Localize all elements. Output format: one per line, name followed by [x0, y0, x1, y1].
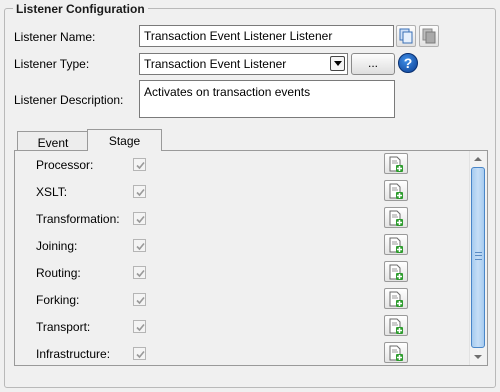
add-document-button[interactable]: [384, 315, 408, 336]
group-title: Listener Configuration: [13, 2, 148, 16]
tab-event[interactable]: Event: [17, 131, 89, 150]
stage-name-label: XSLT:: [36, 185, 68, 199]
check-icon: [136, 296, 145, 305]
list-item: Transport:: [15, 315, 468, 343]
stage-checkbox[interactable]: [133, 266, 146, 279]
stage-checkbox[interactable]: [133, 320, 146, 333]
add-document-icon: [389, 183, 403, 199]
stage-name-label: Joining:: [36, 239, 78, 253]
add-document-button[interactable]: [384, 288, 408, 309]
stage-name-label: Transformation:: [36, 212, 120, 226]
add-document-button[interactable]: [384, 261, 408, 282]
check-icon: [136, 350, 145, 359]
stage-name-label: Transport:: [36, 320, 91, 334]
vertical-scrollbar[interactable]: [469, 151, 486, 365]
add-document-button[interactable]: [384, 342, 408, 363]
listener-name-field[interactable]: Transaction Event Listener Listener: [139, 25, 394, 47]
listener-description-field[interactable]: Activates on transaction events: [139, 80, 395, 118]
stage-checkbox[interactable]: [133, 212, 146, 225]
add-document-icon: [389, 291, 403, 307]
stage-name-label: Infrastructure:: [36, 347, 111, 361]
copy-button[interactable]: [396, 25, 416, 47]
chevron-down-icon[interactable]: [330, 56, 345, 71]
stage-name-label: Forking:: [36, 293, 80, 307]
paste-button[interactable]: [419, 25, 439, 47]
check-icon: [136, 215, 145, 224]
scroll-up-icon[interactable]: [470, 151, 486, 167]
check-icon: [136, 323, 145, 332]
stage-checkbox[interactable]: [133, 239, 146, 252]
add-document-icon: [389, 210, 403, 226]
paste-icon: [422, 28, 436, 44]
stage-list: Processor: XSLT: Transformation: Joining: Ro…: [15, 151, 468, 365]
scroll-down-icon[interactable]: [470, 349, 486, 365]
scrollbar-thumb[interactable]: [471, 167, 485, 348]
check-icon: [136, 161, 145, 170]
copy-icon: [399, 28, 413, 44]
stage-checkbox[interactable]: [133, 158, 146, 171]
stage-name-label: Routing:: [36, 266, 81, 280]
list-item: Joining:: [15, 234, 468, 262]
add-document-button[interactable]: [384, 153, 408, 174]
listener-description-label: Listener Description:: [14, 93, 124, 107]
check-icon: [136, 188, 145, 197]
stage-checkbox[interactable]: [133, 185, 146, 198]
list-item: Infrastructure:: [15, 342, 468, 365]
list-item: Routing:: [15, 261, 468, 289]
stage-checkbox[interactable]: [133, 293, 146, 306]
add-document-icon: [389, 237, 403, 253]
stage-name-label: Processor:: [36, 158, 94, 172]
listener-type-select[interactable]: Transaction Event Listener: [139, 53, 348, 75]
stage-checkbox[interactable]: [133, 347, 146, 360]
add-document-button[interactable]: [384, 207, 408, 228]
list-item: XSLT:: [15, 180, 468, 208]
stage-tab-panel: Processor: XSLT: Transformation: Joining: Ro…: [14, 150, 488, 366]
list-item: Processor:: [15, 153, 468, 181]
add-document-button[interactable]: [384, 234, 408, 255]
check-icon: [136, 242, 145, 251]
listener-type-label: Listener Type:: [14, 57, 90, 71]
help-icon[interactable]: ?: [398, 53, 418, 73]
listener-type-value: Transaction Event Listener: [144, 57, 287, 71]
add-document-icon: [389, 318, 403, 334]
add-document-icon: [389, 156, 403, 172]
add-document-button[interactable]: [384, 180, 408, 201]
list-item: Transformation:: [15, 207, 468, 235]
grip-icon: [475, 252, 482, 260]
tab-stage[interactable]: Stage: [87, 129, 162, 151]
list-item: Forking:: [15, 288, 468, 316]
check-icon: [136, 269, 145, 278]
browse-button[interactable]: ...: [351, 53, 395, 75]
listener-name-label: Listener Name:: [14, 30, 96, 44]
add-document-icon: [389, 264, 403, 280]
add-document-icon: [389, 345, 403, 361]
